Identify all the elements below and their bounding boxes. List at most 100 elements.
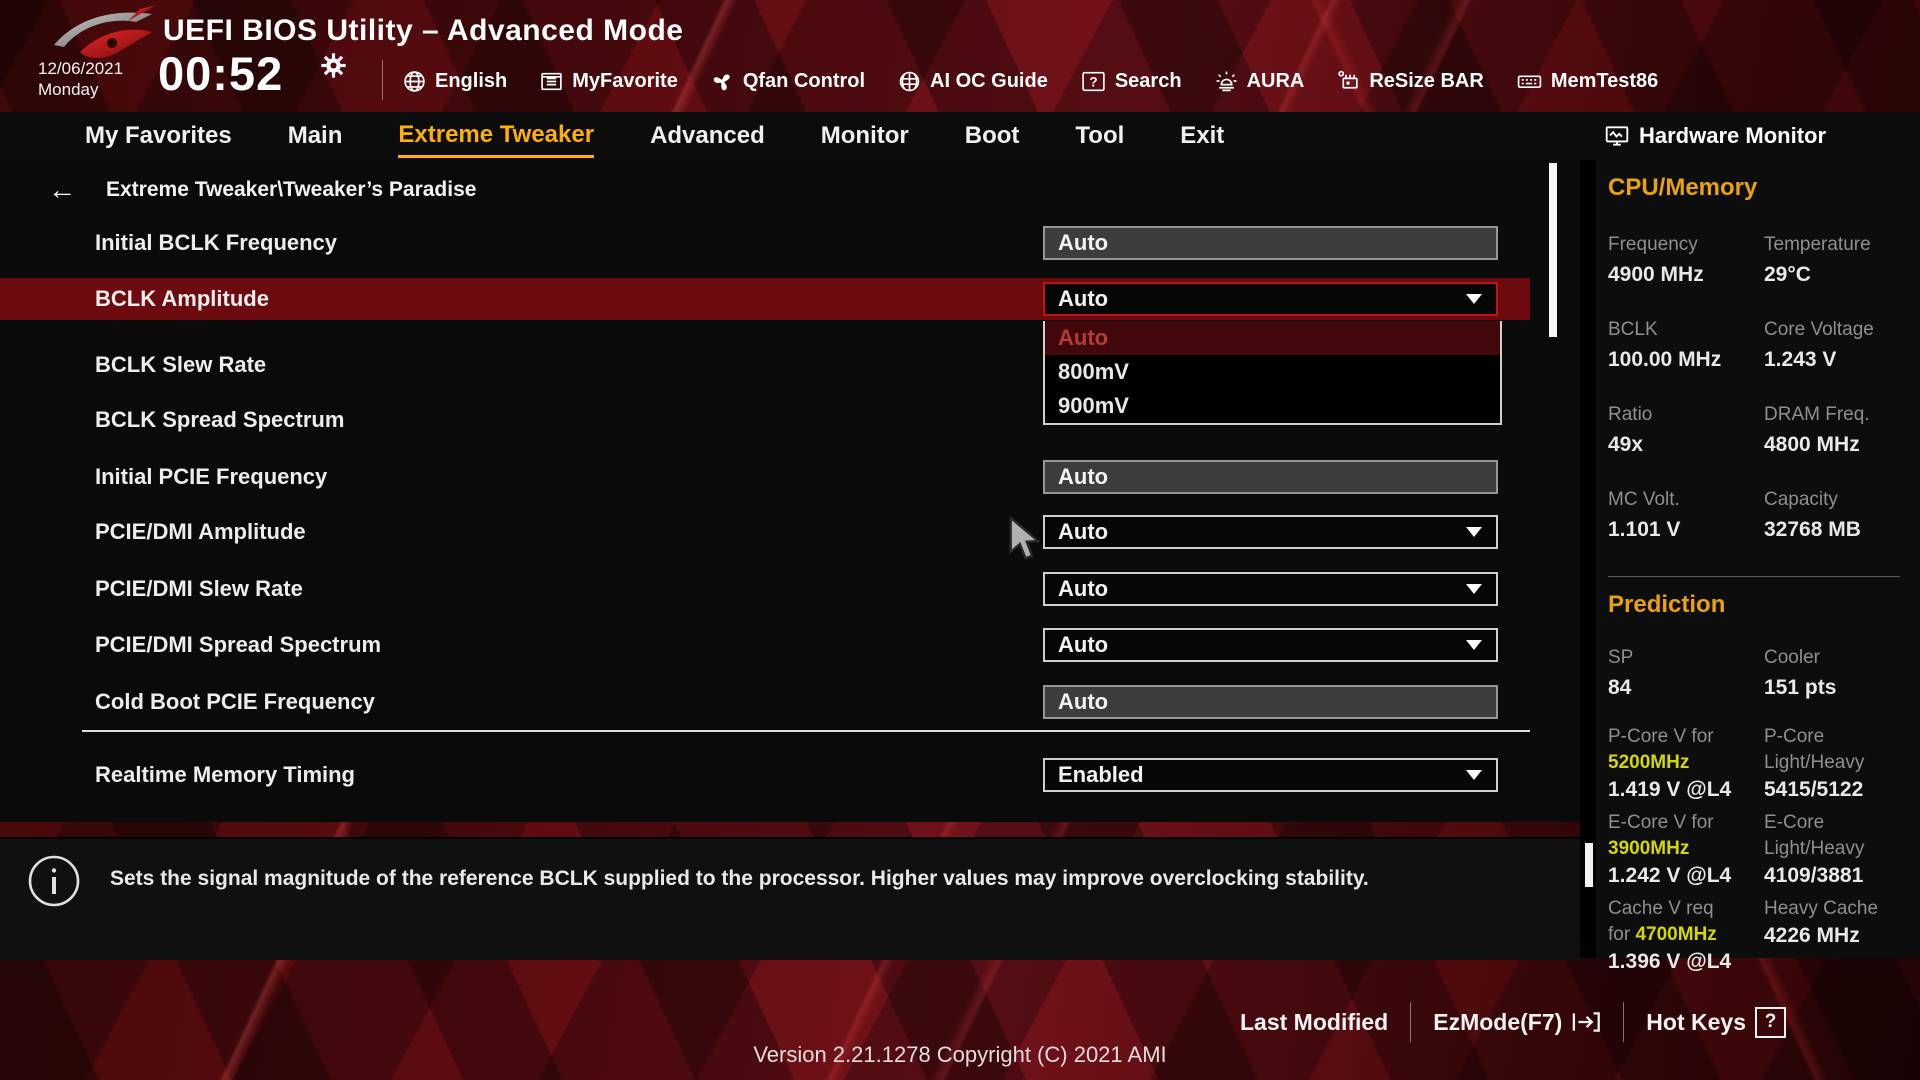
svg-text:?: ? [1089, 74, 1097, 89]
stat-pcore-light-heavy: P-Core Light/Heavy 5415/5122 [1764, 724, 1902, 802]
setting-row-bclk-amplitude[interactable]: BCLK Amplitude Auto [0, 278, 1530, 320]
footer-statusbar: Last Modified EzMode(F7) Hot Keys ? [1240, 1003, 1786, 1041]
chevron-down-icon [1466, 584, 1482, 594]
stat-cooler: Cooler 151 pts [1764, 645, 1902, 700]
pcie-dmi-amplitude-dropdown[interactable]: Auto [1043, 515, 1498, 549]
myfavorite-button[interactable]: MyFavorite [539, 69, 678, 94]
tab-my-favorites[interactable]: My Favorites [85, 114, 232, 158]
time-display[interactable]: 00:52 [158, 46, 283, 101]
search-button[interactable]: ? Search [1080, 69, 1182, 94]
last-modified-button[interactable]: Last Modified [1240, 1009, 1388, 1036]
exit-to-ezmode-icon [1571, 1008, 1601, 1036]
mouse-cursor [1008, 516, 1050, 562]
setting-label: BCLK Slew Rate [95, 352, 266, 378]
header-divider [382, 60, 383, 100]
memtest86-button[interactable]: MemTest86 [1516, 69, 1658, 94]
footer-divider [1410, 1002, 1411, 1042]
ai-oc-guide-button[interactable]: AI OC Guide [897, 69, 1048, 94]
hardware-monitor-title: Hardware Monitor [1604, 112, 1826, 160]
keyboard-icon [1516, 69, 1543, 94]
setting-row-pcie-dmi-amplitude: PCIE/DMI Amplitude Auto [0, 514, 1580, 550]
setting-label: PCIE/DMI Slew Rate [95, 576, 303, 602]
version-text: Version 2.21.1278 Copyright (C) 2021 AMI [0, 1042, 1920, 1068]
resize-bar-button[interactable]: ReSize BAR [1336, 69, 1483, 94]
settings-scrollbar[interactable] [1549, 163, 1557, 337]
stat-pcore-voltage: P-Core V for 5200MHz 1.419 V @L4 [1608, 724, 1764, 802]
date-display[interactable]: 12/06/2021 Monday [38, 58, 123, 100]
stat-ecore-light-heavy: E-Core Light/Heavy 4109/3881 [1764, 810, 1902, 888]
header-toolbar: English MyFavorite Qfan Control AI OC Gu… [402, 62, 1658, 100]
chevron-down-icon [1466, 640, 1482, 650]
tab-tool[interactable]: Tool [1075, 114, 1124, 158]
setting-label: Initial PCIE Frequency [95, 464, 327, 490]
tab-exit[interactable]: Exit [1180, 114, 1224, 158]
cold-boot-pcie-frequency-input[interactable]: Auto [1043, 685, 1498, 719]
initial-bclk-frequency-input[interactable]: Auto [1043, 226, 1498, 260]
settings-divider [82, 730, 1530, 732]
sidebar-divider [1608, 576, 1900, 577]
setting-label: BCLK Amplitude [95, 286, 269, 312]
stat-mc-volt: MC Volt. 1.101 V [1608, 487, 1764, 542]
cpu-memory-stats: Frequency 4900 MHz Temperature 29°C BCLK… [1608, 232, 1902, 542]
tab-extreme-tweaker[interactable]: Extreme Tweaker [398, 114, 594, 158]
breadcrumb-path: Extreme Tweaker\Tweaker’s Paradise [106, 178, 476, 202]
hot-keys-button[interactable]: Hot Keys ? [1646, 1007, 1786, 1038]
favorites-list-icon [539, 69, 564, 94]
date-value: 12/06/2021 [38, 58, 123, 79]
main-menu-bar: My Favorites Main Extreme Tweaker Advanc… [0, 112, 1920, 160]
dropdown-option-900mv[interactable]: 900mV [1045, 389, 1500, 423]
chevron-down-icon [1466, 294, 1482, 304]
back-arrow-icon[interactable]: ← [48, 176, 76, 204]
language-button[interactable]: English [402, 69, 507, 94]
menu-tabs: My Favorites Main Extreme Tweaker Advanc… [85, 112, 1224, 160]
setting-row-initial-bclk-frequency: Initial BCLK Frequency Auto [0, 225, 1580, 261]
app-title: UEFI BIOS Utility – Advanced Mode [163, 14, 683, 48]
question-badge-icon: ? [1755, 1007, 1786, 1038]
qfan-control-button[interactable]: Qfan Control [710, 69, 865, 94]
setting-label: PCIE/DMI Spread Spectrum [95, 632, 381, 658]
setting-label: BCLK Spread Spectrum [95, 407, 344, 433]
settings-gear-icon[interactable] [320, 52, 347, 79]
day-value: Monday [38, 79, 123, 100]
rog-logo-icon [52, 5, 156, 63]
stat-frequency: Frequency 4900 MHz [1608, 232, 1764, 287]
chevron-down-icon [1466, 527, 1482, 537]
ai-brain-icon [897, 69, 922, 94]
stat-cache-voltage: Cache V req for 4700MHz 1.396 V @L4 [1608, 896, 1764, 974]
breadcrumb: ← Extreme Tweaker\Tweaker’s Paradise [48, 176, 476, 204]
aura-lamp-icon [1214, 69, 1239, 94]
help-description-bar: Sets the signal magnitude of the referen… [0, 837, 1580, 960]
setting-label: PCIE/DMI Amplitude [95, 519, 306, 545]
pcie-dmi-slew-rate-dropdown[interactable]: Auto [1043, 572, 1498, 606]
stat-temperature: Temperature 29°C [1764, 232, 1902, 287]
setting-row-pcie-dmi-slew-rate: PCIE/DMI Slew Rate Auto [0, 571, 1580, 607]
globe-icon [402, 69, 427, 94]
tab-main[interactable]: Main [288, 114, 343, 158]
stat-dram-freq: DRAM Freq. 4800 MHz [1764, 402, 1902, 457]
dropdown-option-auto[interactable]: Auto [1045, 321, 1500, 355]
tab-advanced[interactable]: Advanced [650, 114, 765, 158]
setting-row-cold-boot-pcie-frequency: Cold Boot PCIE Frequency Auto [0, 684, 1580, 720]
prediction-stats-top: SP 84 Cooler 151 pts [1608, 645, 1902, 700]
bclk-amplitude-dropdown[interactable]: Auto [1043, 282, 1498, 316]
stat-bclk: BCLK 100.00 MHz [1608, 317, 1764, 372]
info-icon [26, 853, 82, 909]
stat-sp: SP 84 [1608, 645, 1764, 700]
search-question-icon: ? [1080, 69, 1107, 94]
ezmode-button[interactable]: EzMode(F7) [1433, 1008, 1601, 1036]
cpu-memory-heading: CPU/Memory [1608, 174, 1902, 202]
tab-boot[interactable]: Boot [965, 114, 1020, 158]
realtime-memory-timing-dropdown[interactable]: Enabled [1043, 758, 1498, 792]
help-text: Sets the signal magnitude of the referen… [110, 867, 1490, 891]
stat-ecore-voltage: E-Core V for 3900MHz 1.242 V @L4 [1608, 810, 1764, 888]
setting-label: Realtime Memory Timing [95, 762, 355, 788]
dropdown-option-800mv[interactable]: 800mV [1045, 355, 1500, 389]
stat-core-voltage: Core Voltage 1.243 V [1764, 317, 1902, 372]
resize-bar-chip-icon [1336, 69, 1361, 94]
initial-pcie-frequency-input[interactable]: Auto [1043, 460, 1498, 494]
bclk-amplitude-dropdown-list: Auto 800mV 900mV [1043, 321, 1502, 425]
tab-monitor[interactable]: Monitor [821, 114, 909, 158]
help-scrollbar[interactable] [1585, 843, 1593, 887]
pcie-dmi-spread-spectrum-dropdown[interactable]: Auto [1043, 628, 1498, 662]
aura-button[interactable]: AURA [1214, 69, 1305, 94]
